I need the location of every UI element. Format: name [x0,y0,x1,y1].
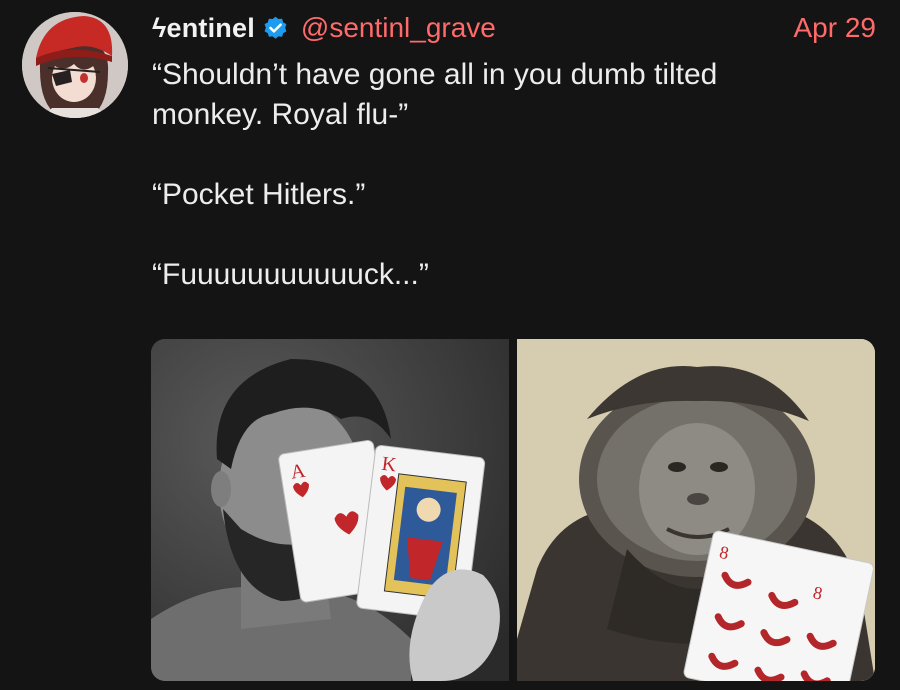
media-gallery: A K 8 8 [151,339,875,681]
post-text: “Shouldn’t have gone all in you dumb til… [152,55,872,295]
post-text-line: “Fuuuuuuuuuuuck...” [152,258,429,291]
avatar[interactable] [22,12,128,118]
post-text-line: “Pocket Hitlers.” [152,178,366,211]
media-image-man-with-cards[interactable]: A K [151,339,509,681]
post-date[interactable]: Apr 29 [794,12,877,44]
post-text-line: “Shouldn’t have gone all in you dumb til… [152,58,718,91]
post-header: ϟentinel @sentinl_grave Apr 29 [152,8,876,48]
media-image-orangutan-with-card[interactable]: 8 8 [517,339,875,681]
author-handle[interactable]: @sentinl_grave [301,12,496,44]
verified-badge-icon [262,15,289,42]
post: ϟentinel @sentinl_grave Apr 29 “Shouldn’… [0,0,900,690]
post-text-line: monkey. Royal flu-” [152,98,409,131]
author-display-name[interactable]: ϟentinel [152,13,255,44]
